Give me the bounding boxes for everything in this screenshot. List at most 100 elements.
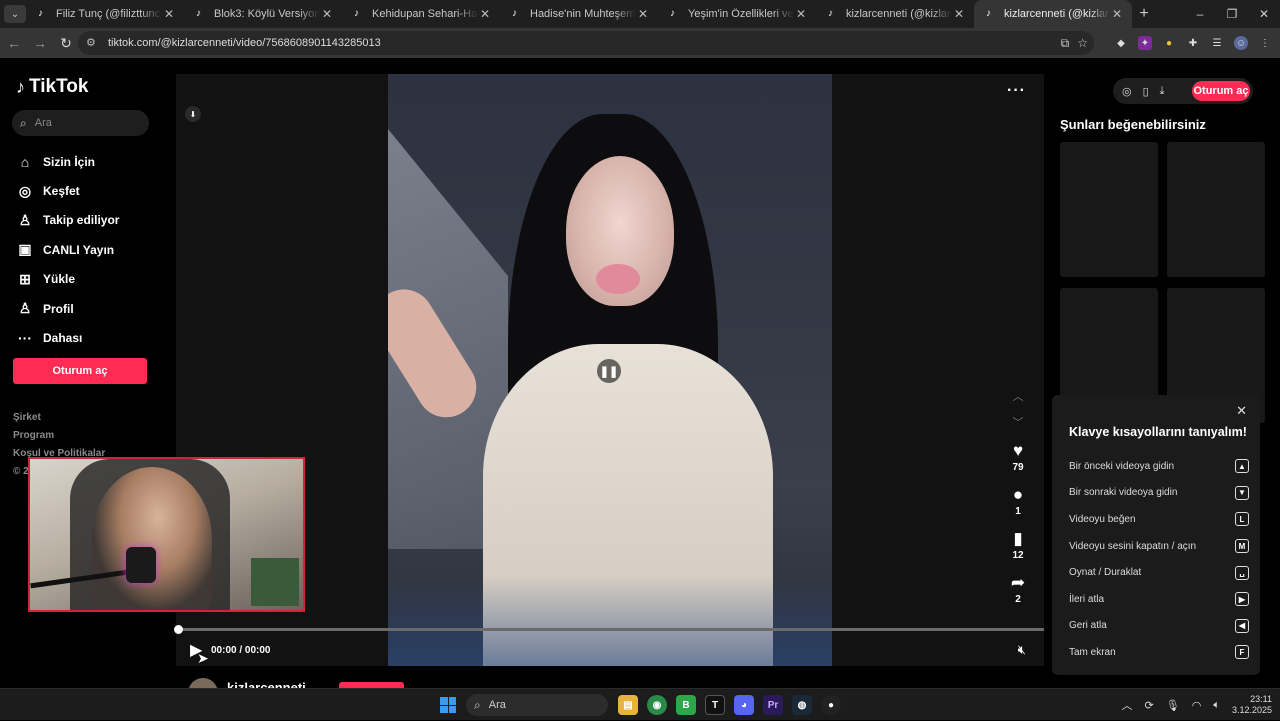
shortcuts-title: Klavye kısayollarını tanıyalım! xyxy=(1069,425,1247,439)
clock[interactable]: 23:11 3.12.2025 xyxy=(1232,694,1272,716)
reload-button[interactable]: ↻ xyxy=(54,31,78,55)
tab-close-icon[interactable]: ✕ xyxy=(320,7,334,21)
close-window-button[interactable]: ✕ xyxy=(1248,0,1280,28)
author-row[interactable]: kizlarcenneti xyxy=(188,678,306,688)
shortcut-label: Tam ekran xyxy=(1069,646,1116,658)
bookmark-icon[interactable]: ▮ xyxy=(1013,528,1022,550)
chrome-icon[interactable]: ◉ xyxy=(647,695,667,715)
tab-close-icon[interactable]: ✕ xyxy=(162,7,176,21)
browser-tab[interactable]: ♪ Hadise'nin Muhteşem Dans Performansı✕ xyxy=(500,0,658,28)
maximize-button[interactable]: ❐ xyxy=(1216,0,1248,28)
sidebar-item[interactable]: ··· Dahası xyxy=(16,323,119,352)
following-icon: ♙ xyxy=(18,211,32,228)
browser-menu-icon[interactable]: ⋮ xyxy=(1258,36,1272,50)
tray-sync-icon[interactable]: ⟳ xyxy=(1145,699,1154,712)
suggestion-thumbnail[interactable] xyxy=(1060,142,1158,277)
tiktok-logo[interactable]: ♪ TikTok xyxy=(16,76,88,98)
coins-icon[interactable]: ◎ xyxy=(1122,85,1132,98)
comment-icon[interactable]: ● xyxy=(1013,484,1023,506)
tab-close-icon[interactable]: ✕ xyxy=(952,7,966,21)
previous-video-chevron-icon[interactable]: ︿ xyxy=(1009,384,1027,410)
author-avatar[interactable] xyxy=(188,678,218,688)
sidebar-item[interactable]: ▣ CANLI Yayın xyxy=(16,235,119,264)
shortcut-row: Geri atla ◀ xyxy=(1069,613,1249,640)
video-action[interactable]: ➦ 2 xyxy=(1006,572,1030,616)
start-button[interactable] xyxy=(440,697,456,713)
reading-list-icon[interactable]: ☰ xyxy=(1210,36,1224,50)
browser-tab[interactable]: ♪ Blok3: Köylü Versiyonu ile Git Şov✕ xyxy=(184,0,342,28)
sidebar-item[interactable]: ◎ Keşfet xyxy=(16,176,119,205)
discord-icon[interactable]: ◕ xyxy=(734,695,754,715)
forward-button[interactable]: → xyxy=(28,31,52,55)
search-icon: ⌕ xyxy=(474,697,481,712)
video-action[interactable]: ● 1 xyxy=(1006,484,1030,528)
video-action[interactable]: ♥ 79 xyxy=(1006,440,1030,484)
browser-tab[interactable]: ♪ Filiz Tunç (@filizttunc) adlı kullanıcı… xyxy=(26,0,184,28)
close-icon[interactable]: ✕ xyxy=(1236,403,1247,419)
taskbar-search[interactable]: ⌕ Ara xyxy=(466,694,608,716)
progress-bar[interactable] xyxy=(174,625,1044,634)
shortcut-key: ␣ xyxy=(1235,565,1249,580)
browser-tab[interactable]: ♪ Kehidupan Sehari-Hari Raja Abu✕ xyxy=(342,0,500,28)
heart-icon[interactable]: ♥ xyxy=(1013,440,1023,462)
bookmark-star-icon[interactable]: ☆ xyxy=(1077,36,1088,50)
download-small-icon[interactable]: ⬇ xyxy=(185,106,201,122)
next-video-chevron-icon[interactable]: ﹀ xyxy=(1009,410,1027,436)
login-button[interactable]: Oturum aç xyxy=(13,358,147,384)
sidebar-item[interactable]: ⊞ Yükle xyxy=(16,265,119,294)
green-app-icon[interactable]: B xyxy=(676,695,696,715)
video-action[interactable]: ▮ 12 xyxy=(1006,528,1030,572)
share-icon[interactable]: ➦ xyxy=(1011,572,1025,594)
more-options-icon[interactable]: ··· xyxy=(1007,82,1026,100)
browser-tab[interactable]: ♪ kizlarcenneti (@kizlarcenneti) adlı✕ xyxy=(974,0,1132,28)
tray-mic-icon[interactable]: 🎙︎ xyxy=(1166,699,1180,712)
progress-handle[interactable] xyxy=(174,625,183,634)
shortcut-key: ▼ xyxy=(1235,485,1249,500)
minimize-button[interactable]: – xyxy=(1184,0,1216,28)
sidebar-item[interactable]: ♙ Takip ediliyor xyxy=(16,206,120,235)
tradingview-icon[interactable]: T xyxy=(705,695,725,715)
muted-speaker-icon[interactable]: 🔇︎ xyxy=(1018,642,1026,658)
tab-close-icon[interactable]: ✕ xyxy=(478,7,492,21)
browser-tab[interactable]: ♪ kizlarcenneti (@kizlarcenneti) adlı✕ xyxy=(816,0,974,28)
tab-search-button[interactable]: ⌄ xyxy=(4,5,26,23)
steam-icon[interactable]: ◍ xyxy=(792,695,812,715)
top-right-bar: ◎ ▯ ⤓ Oturum aç xyxy=(1113,78,1253,104)
shortcut-row: Tam ekran F xyxy=(1069,639,1249,666)
install-app-icon[interactable]: ⧉ xyxy=(1061,36,1070,51)
sidebar-item[interactable]: ⌂ Sizin İçin xyxy=(16,147,119,176)
site-info-icon[interactable]: ⚙ xyxy=(86,36,100,50)
extension-diamond-icon[interactable]: ◆ xyxy=(1114,36,1128,50)
profile-avatar-icon[interactable]: ☺ xyxy=(1234,36,1248,50)
tray-chevron-icon[interactable]: ︿ xyxy=(1122,697,1133,713)
taskbar: ⌕ Ara ▤ ◉ B T ◕ Pr ◍ ● ︿ ⟳ 🎙︎ ◠ 🔈︎ 23:11… xyxy=(0,688,1280,720)
tab-close-icon[interactable]: ✕ xyxy=(636,7,650,21)
premiere-icon[interactable]: Pr xyxy=(763,695,783,715)
volume-icon[interactable]: 🔈︎ xyxy=(1213,699,1220,712)
file-explorer-icon[interactable]: ▤ xyxy=(618,695,638,715)
sidebar-item[interactable]: ♙ Profil xyxy=(16,294,119,323)
search-input[interactable]: ⌕ Ara xyxy=(12,110,149,136)
obs-icon[interactable]: ● xyxy=(821,695,841,715)
suggestion-thumbnail[interactable] xyxy=(1167,142,1265,277)
url-text: tiktok.com/@kizlarcenneti/video/75686089… xyxy=(108,37,381,49)
footer-link[interactable]: Program xyxy=(13,430,105,448)
pause-overlay-icon[interactable]: ❚❚ xyxy=(597,359,621,383)
tab-title: kizlarcenneti (@kizlarcenneti) adlı xyxy=(846,8,952,20)
download-icon[interactable]: ⤓ xyxy=(1160,85,1165,98)
tab-close-icon[interactable]: ✕ xyxy=(1110,7,1124,21)
device-icon[interactable]: ▯ xyxy=(1143,85,1149,98)
footer-link[interactable]: Şirket xyxy=(13,412,105,430)
new-tab-button[interactable]: + xyxy=(1132,5,1156,23)
browser-tab[interactable]: ♪ Yeşim'in Özellikleri ve Paylaşımları✕ xyxy=(658,0,816,28)
top-login-button[interactable]: Oturum aç xyxy=(1192,81,1250,101)
back-button[interactable]: ← xyxy=(2,31,26,55)
extension-yellow-icon[interactable]: ● xyxy=(1162,36,1176,50)
wifi-icon[interactable]: ◠ xyxy=(1192,699,1202,712)
tab-close-icon[interactable]: ✕ xyxy=(794,7,808,21)
author-name[interactable]: kizlarcenneti xyxy=(227,680,306,689)
extension-purple-icon[interactable]: ✦ xyxy=(1138,36,1152,50)
extensions-puzzle-icon[interactable]: ✚ xyxy=(1186,36,1200,50)
address-bar[interactable]: ⚙ tiktok.com/@kizlarcenneti/video/756860… xyxy=(78,31,1094,55)
video-player[interactable]: ❚❚ ⬇ ··· ︿ ﹀ ♥ 79 ● 1 ▮ 12 ➦ 2 ▶ 00:00 / 00:00 … xyxy=(174,74,1044,666)
